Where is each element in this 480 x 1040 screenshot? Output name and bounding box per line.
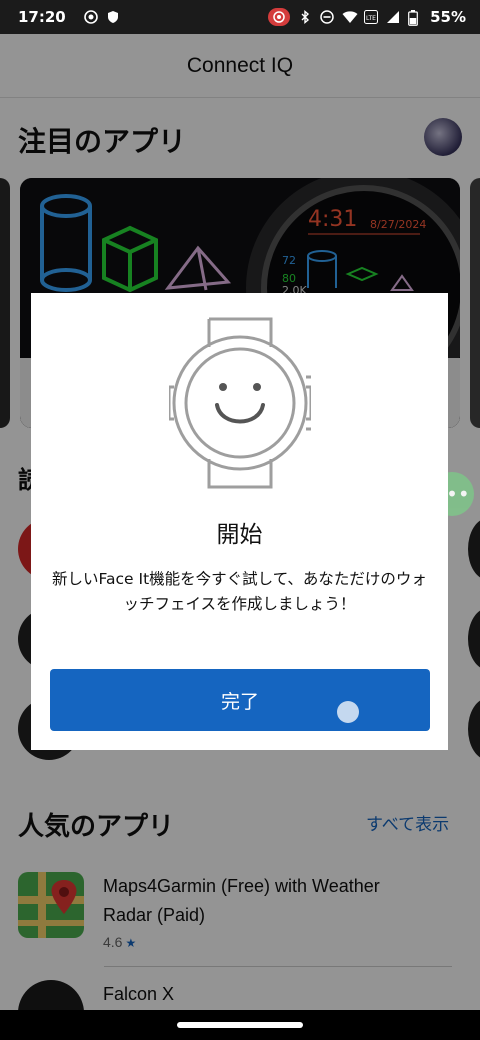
screen-record-icon <box>268 8 291 26</box>
home-gesture-handle[interactable] <box>177 1022 303 1028</box>
battery-percent: 55% <box>430 8 466 26</box>
lte-icon: LTE <box>364 10 379 24</box>
onboarding-dialog: 開始 新しいFace It機能を今すぐ試して、あなただけのウォッチフェイスを作成… <box>31 293 448 750</box>
smiley-watch-icon <box>167 317 313 489</box>
battery-icon <box>408 10 422 26</box>
navigation-bar <box>0 1010 480 1040</box>
dialog-title: 開始 <box>216 522 263 548</box>
signal-icon <box>386 10 400 24</box>
status-time: 17:20 <box>18 8 66 26</box>
camera-dot-icon <box>83 10 98 24</box>
bluetooth-icon <box>298 10 312 24</box>
done-button-label: 完了 <box>220 690 259 713</box>
done-button[interactable]: 完了 <box>50 669 430 731</box>
svg-text:LTE: LTE <box>366 15 376 22</box>
dialog-body: 新しいFace It機能を今すぐ試して、あなただけのウォッチフェイスを作成しまし… <box>52 570 427 613</box>
status-bar: 17:20 LTE 55% <box>0 0 480 34</box>
do-not-disturb-icon <box>320 10 334 24</box>
shield-icon <box>106 10 120 24</box>
touch-indicator <box>337 701 359 723</box>
wifi-icon <box>342 10 358 24</box>
